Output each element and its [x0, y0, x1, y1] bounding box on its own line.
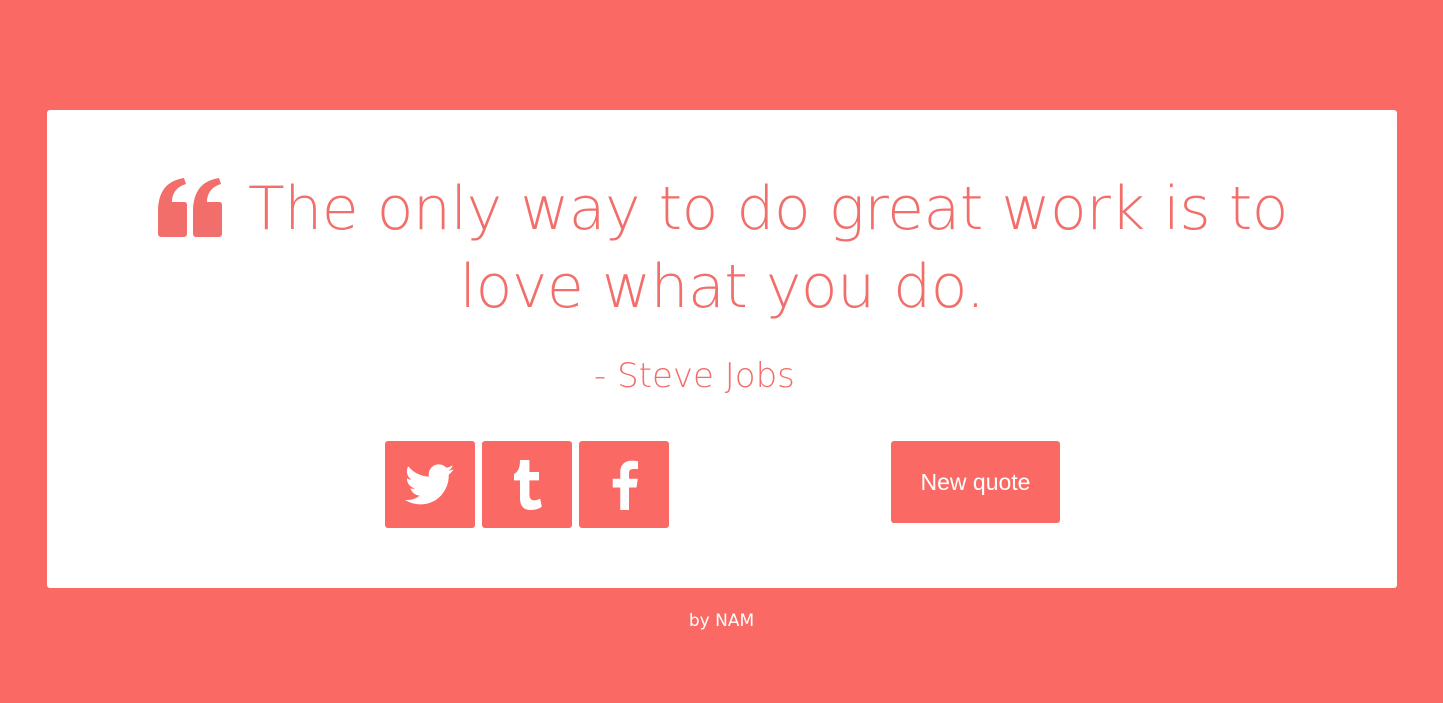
- tumblr-icon: [514, 459, 542, 510]
- footer-credit: by NAM: [688, 611, 755, 631]
- quote-text-container: The only way to do great work is to love…: [127, 170, 1317, 326]
- quote-left-icon: [158, 178, 223, 237]
- quote-text: The only way to do great work is to love…: [248, 174, 1288, 322]
- tweet-button[interactable]: [385, 441, 475, 528]
- facebook-icon: [612, 460, 638, 510]
- twitter-icon: [405, 463, 455, 504]
- tumblr-button[interactable]: [482, 441, 572, 528]
- social-buttons: [385, 441, 669, 528]
- new-quote-button[interactable]: New quote: [891, 441, 1060, 523]
- quote-card: The only way to do great work is to love…: [47, 110, 1397, 588]
- facebook-button[interactable]: [579, 441, 669, 528]
- quote-author: - Steve Jobs: [594, 356, 795, 396]
